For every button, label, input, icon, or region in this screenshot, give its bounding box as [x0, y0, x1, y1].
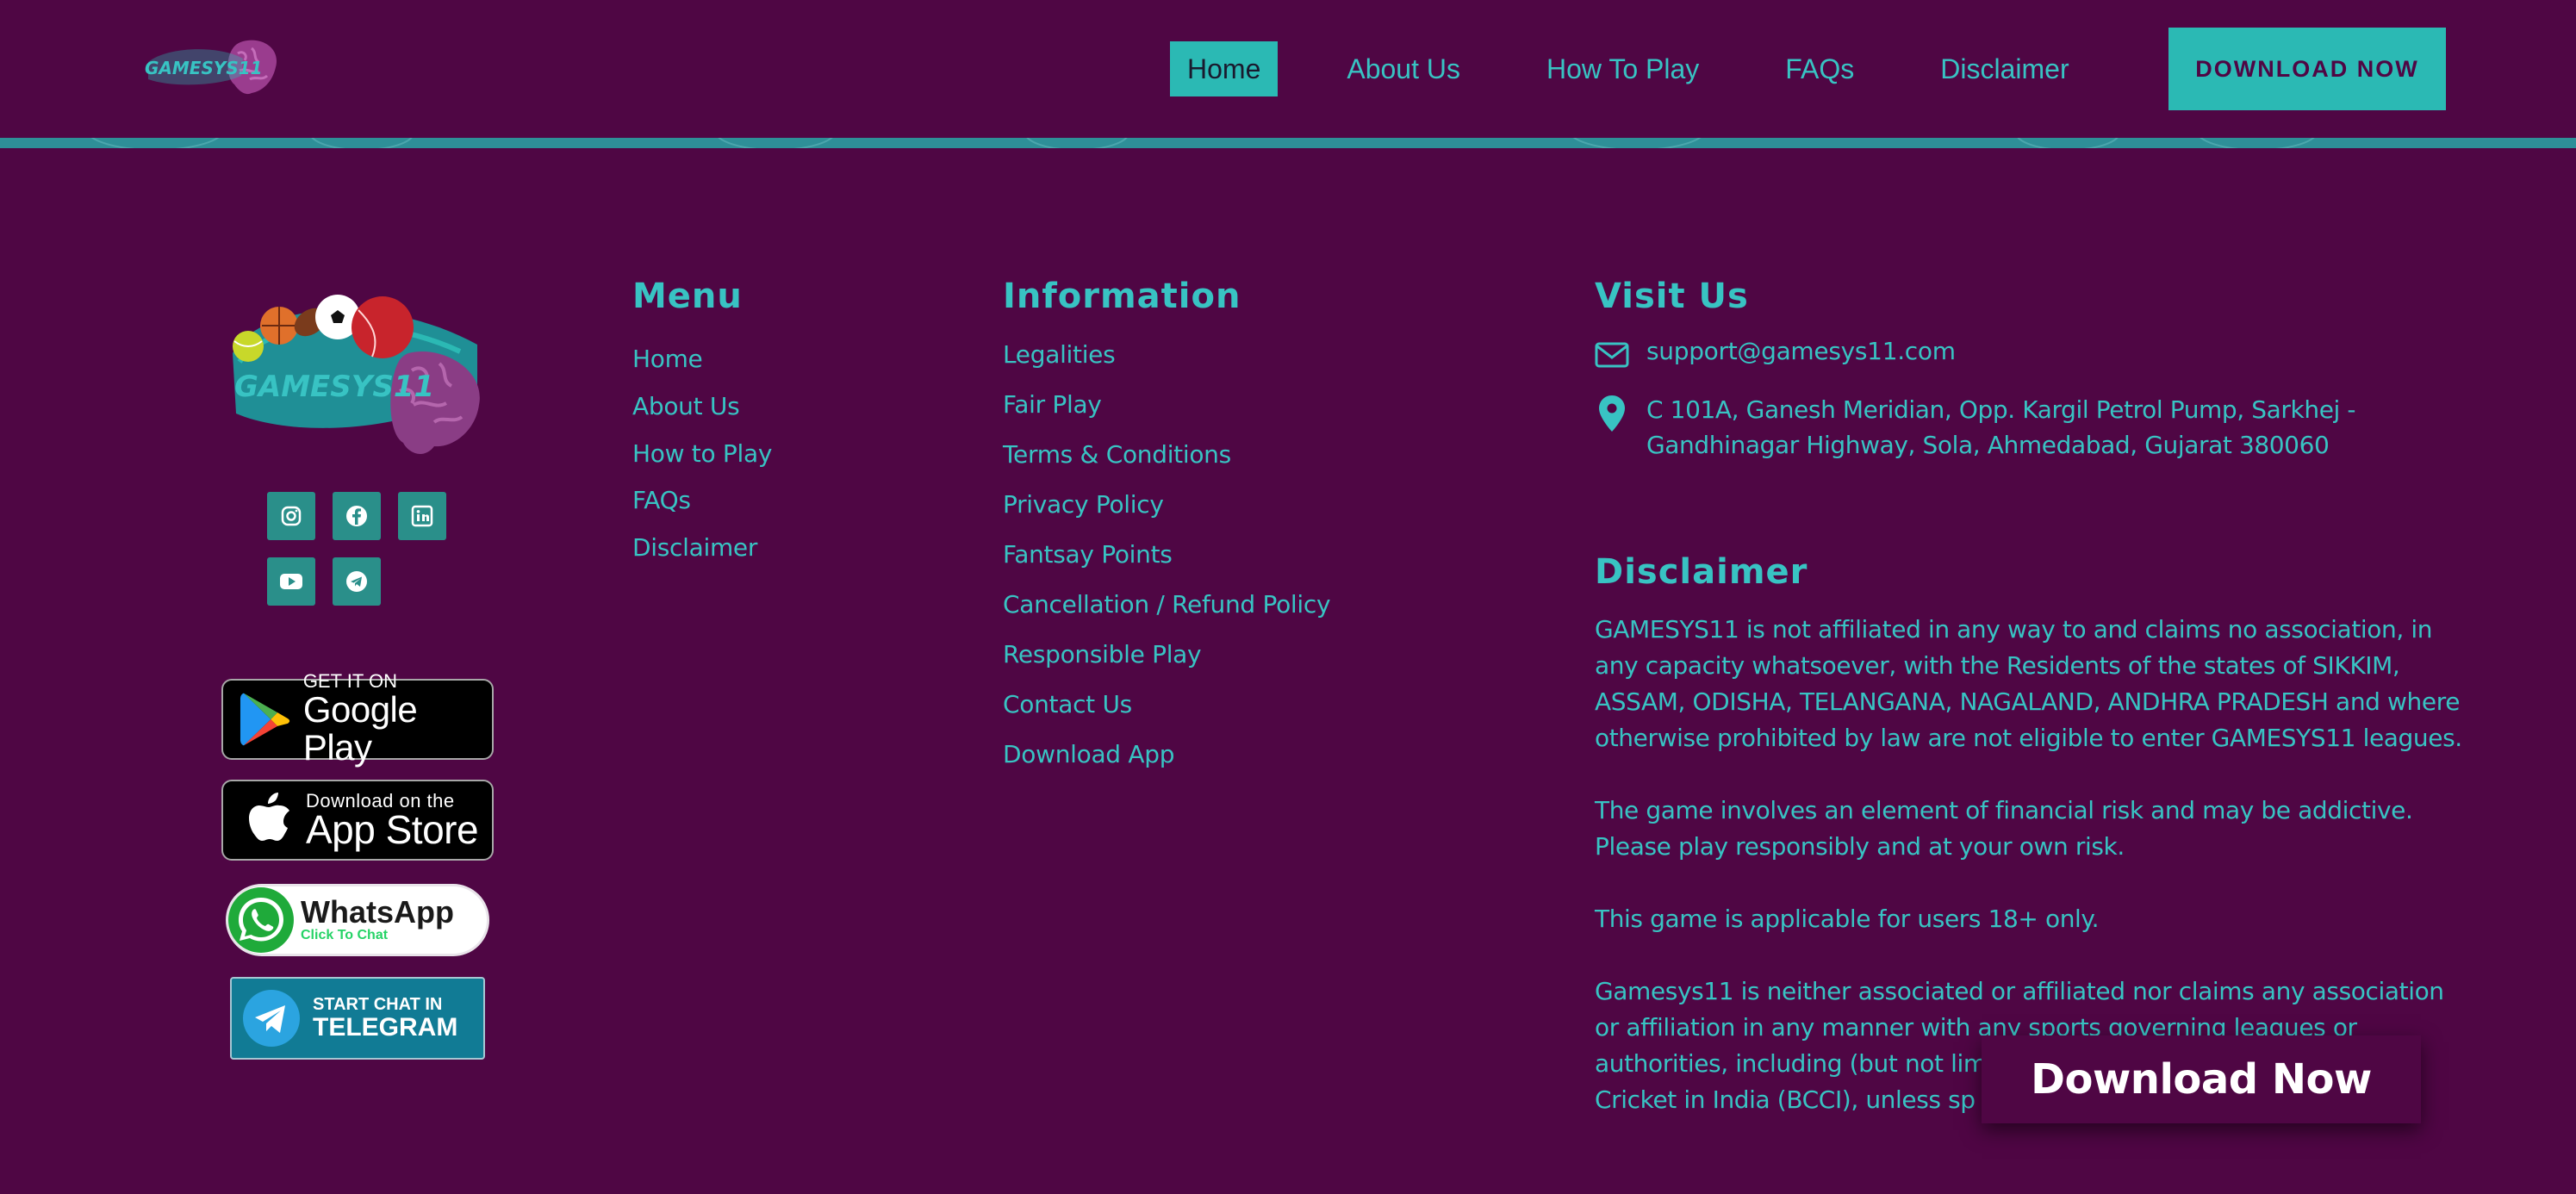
header-logo-text: GAMESYS11 [145, 58, 263, 78]
disclaimer-p3-line-1: This game is applicable for users 18+ on… [1595, 905, 2100, 933]
info-link-contact-us[interactable]: Contact Us [1003, 690, 1132, 718]
disclaimer-p1-line-2: any capacity whatsoever, with the Reside… [1595, 651, 2400, 680]
header-divider [0, 138, 2576, 148]
info-link-responsible-play[interactable]: Responsible Play [1003, 640, 1202, 669]
disclaimer-p4-line-3: authorities, including (but not lim [1595, 1049, 1987, 1078]
footer-menu-how-to-play[interactable]: How to Play [632, 439, 772, 468]
apple-icon [249, 793, 289, 841]
nav-how-to-play[interactable]: How To Play [1529, 41, 1716, 96]
disclaimer-p1-line-4: otherwise prohibited by law are not elig… [1595, 724, 2462, 752]
whatsapp-icon [228, 887, 294, 953]
nav-about-us[interactable]: About Us [1329, 41, 1478, 96]
app-store-main: App Store [306, 807, 479, 852]
main-nav: Home About Us How To Play FAQs Disclaime… [1170, 28, 2087, 110]
telegram-chat-badge[interactable]: START CHAT IN TELEGRAM [230, 977, 485, 1060]
linkedin-icon[interactable] [398, 492, 446, 540]
info-link-refund-policy[interactable]: Cancellation / Refund Policy [1003, 590, 1331, 619]
telegram-sub: START CHAT IN [313, 995, 443, 1014]
whatsapp-main: WhatsApp [301, 894, 454, 930]
google-play-main: Google Play [302, 689, 418, 768]
telegram-icon[interactable] [333, 557, 381, 606]
header-logo[interactable]: GAMESYS11 [141, 36, 279, 102]
whatsapp-chat-badge[interactable]: WhatsApp Click To Chat [226, 884, 489, 956]
disclaimer-p4-line-1: Gamesys11 is neither associated or affil… [1595, 977, 2444, 1005]
contact-email-link[interactable]: support@gamesys11.com [1646, 337, 1956, 365]
whatsapp-sub: Click To Chat [301, 928, 389, 942]
footer-logo-text: GAMESYS11 [234, 370, 434, 404]
disclaimer-p1-line-1: GAMESYS11 is not affiliated in any way t… [1595, 615, 2433, 644]
visit-us-title: Visit Us [1595, 277, 1749, 316]
info-link-fantasy-points[interactable]: Fantsay Points [1003, 540, 1173, 569]
envelope-icon [1595, 342, 1629, 368]
footer-menu-disclaimer[interactable]: Disclaimer [632, 533, 757, 562]
disclaimer-p2-line-2: Please play responsibly and at your own … [1595, 832, 2125, 861]
google-play-badge[interactable]: GET IT ON Google Play [221, 672, 494, 767]
google-play-sub: GET IT ON [302, 670, 398, 692]
header-download-button[interactable]: DOWNLOAD NOW [2168, 28, 2446, 110]
nav-disclaimer[interactable]: Disclaimer [1923, 41, 2086, 96]
info-link-fair-play[interactable]: Fair Play [1003, 390, 1102, 419]
floating-download-button[interactable]: Download Now [1982, 1035, 2421, 1123]
google-play-icon [240, 693, 290, 746]
disclaimer-title: Disclaimer [1595, 552, 1808, 592]
disclaimer-p1-line-3: ASSAM, ODISHA, TELANGANA, NAGALAND, ANDH… [1595, 687, 2461, 716]
app-store-badge[interactable]: Download on the App Store [221, 780, 494, 861]
info-link-privacy[interactable]: Privacy Policy [1003, 490, 1164, 519]
footer-menu-about-us[interactable]: About Us [632, 392, 740, 420]
telegram-main: TELEGRAM [313, 1013, 458, 1042]
information-title: Information [1003, 277, 1241, 316]
instagram-icon[interactable] [267, 492, 315, 540]
site-header: GAMESYS11 Home About Us How To Play FAQs… [0, 0, 2576, 138]
facebook-icon[interactable] [333, 492, 381, 540]
telegram-icon [243, 990, 300, 1047]
address-line-2: Gandhinagar Highway, Sola, Ahmedabad, Gu… [1646, 431, 2330, 459]
address-line-1: C 101A, Ganesh Meridian, Opp. Kargil Pet… [1646, 395, 2356, 424]
info-link-legalities[interactable]: Legalities [1003, 340, 1116, 369]
footer-menu-home[interactable]: Home [632, 345, 703, 373]
nav-home[interactable]: Home [1170, 41, 1279, 96]
location-pin-icon [1599, 395, 1625, 432]
menu-title: Menu [632, 277, 743, 316]
footer-logo[interactable]: GAMESYS11 [227, 284, 486, 461]
disclaimer-p4-line-4: Cricket in India (BCCI), unless sp [1595, 1085, 1976, 1114]
nav-faqs[interactable]: FAQs [1768, 41, 1871, 96]
youtube-icon[interactable] [267, 557, 315, 606]
footer-menu-faqs[interactable]: FAQs [632, 486, 691, 514]
info-link-download-app[interactable]: Download App [1003, 740, 1174, 768]
info-link-terms[interactable]: Terms & Conditions [1003, 440, 1231, 469]
disclaimer-p2-line-1: The game involves an element of financia… [1595, 796, 2413, 824]
